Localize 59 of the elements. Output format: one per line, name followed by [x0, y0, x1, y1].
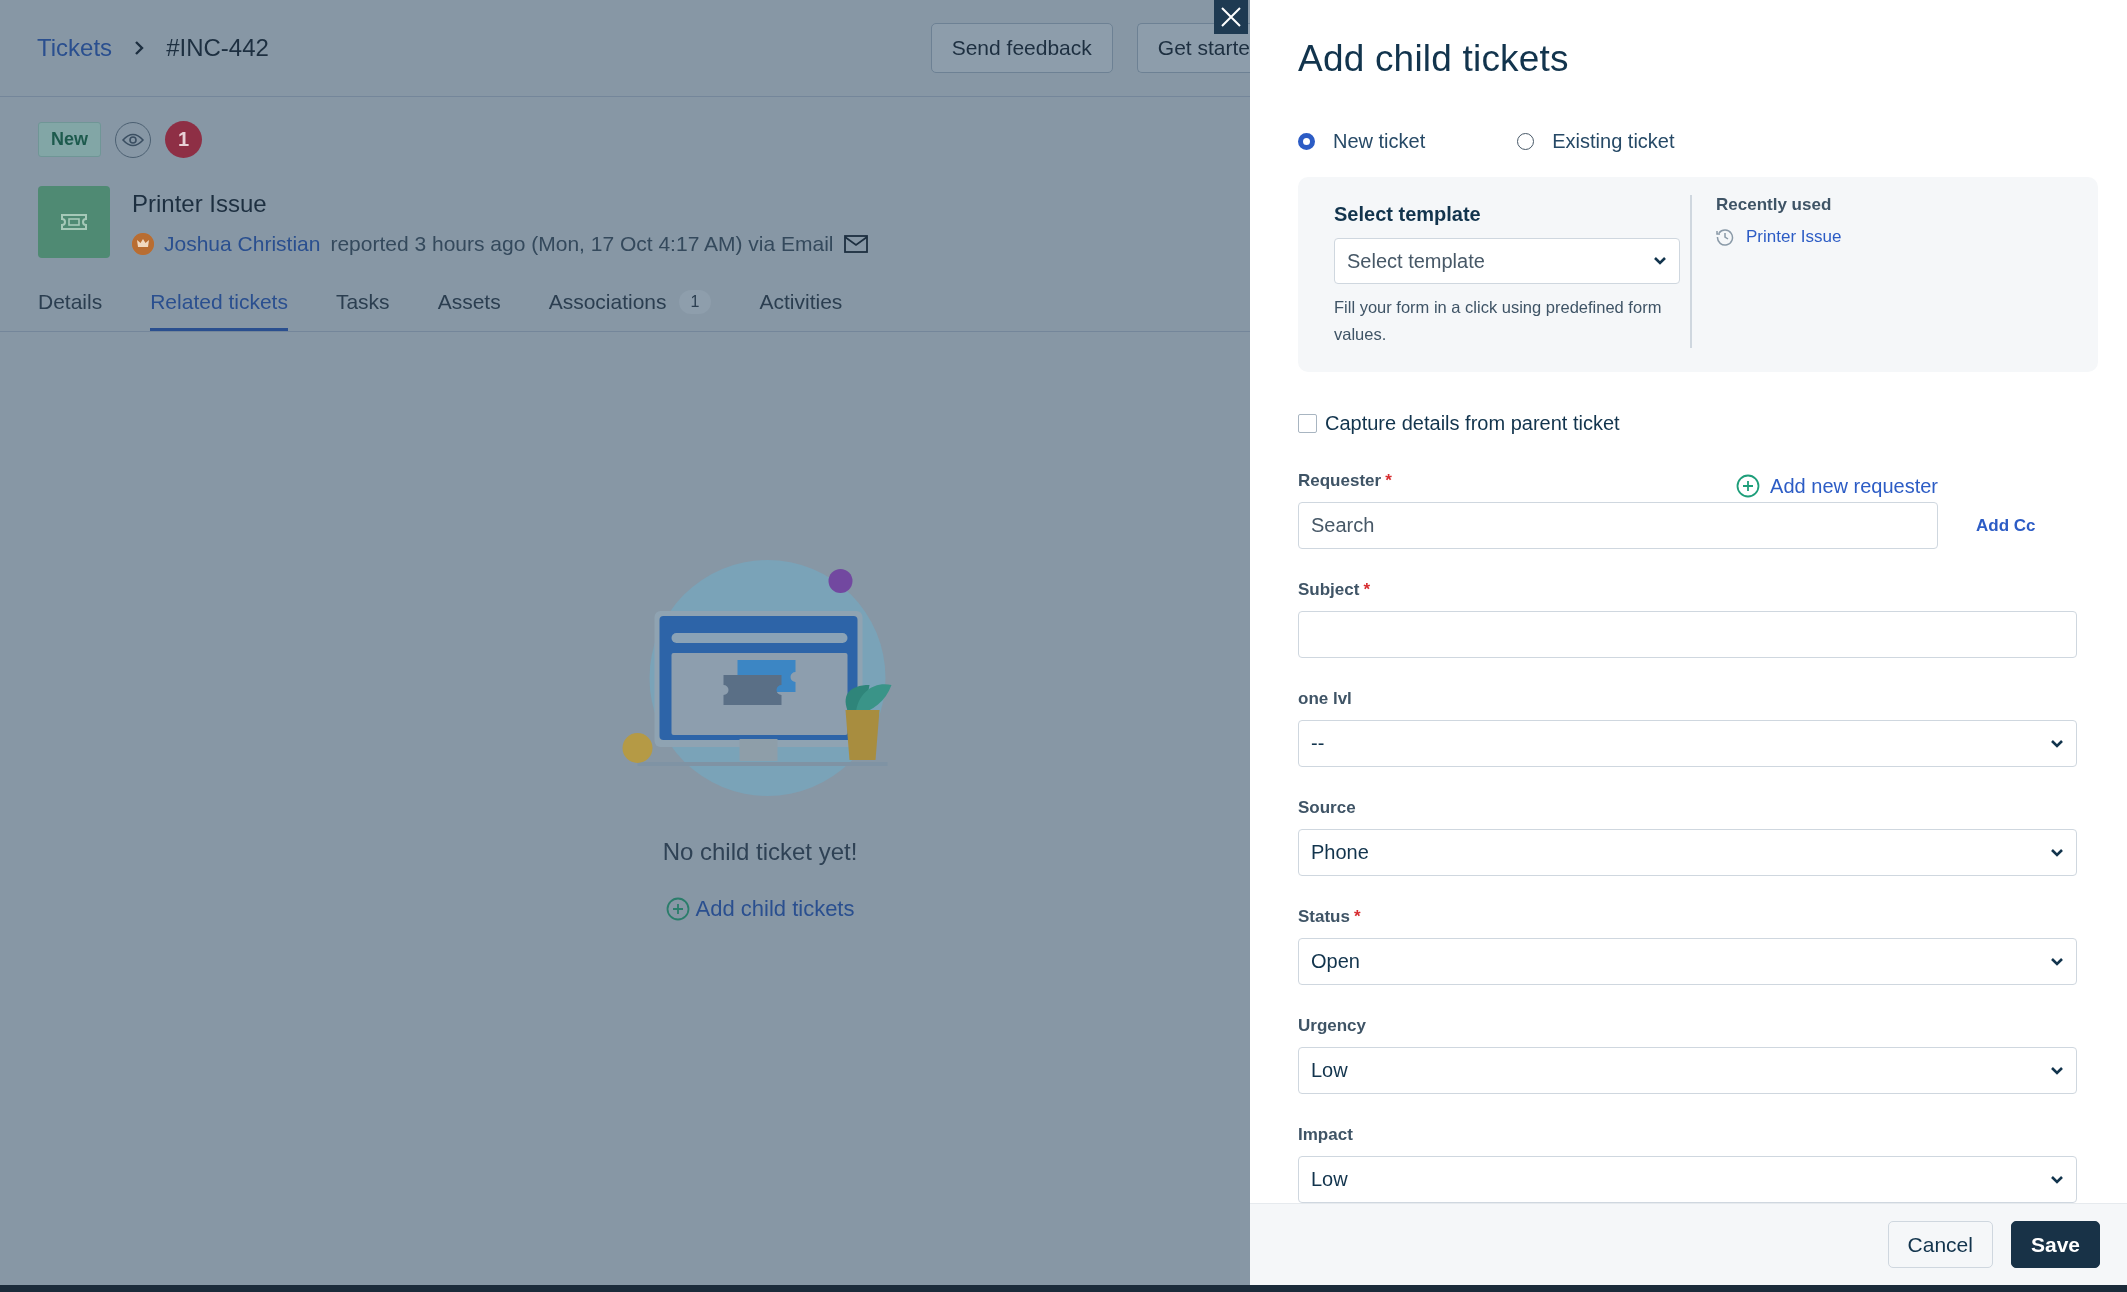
add-cc-link[interactable]: Add Cc	[1976, 515, 2036, 536]
close-button[interactable]	[1214, 0, 1248, 34]
required-mark: *	[1385, 471, 1392, 490]
field-label: Source	[1298, 798, 1357, 819]
chevron-right-icon	[134, 40, 145, 56]
header-button[interactable]: Send feedback	[930, 23, 1113, 73]
tab[interactable]: Activities	[759, 284, 843, 331]
empty-message: No child ticket yet!	[662, 838, 858, 866]
field-label: Status *	[1298, 907, 1362, 928]
chevron-icon	[2050, 1174, 2064, 1185]
count-badge: 1	[165, 121, 202, 158]
chevron-icon	[2050, 847, 2064, 858]
close-icon	[1220, 6, 1242, 28]
history-icon	[1716, 228, 1734, 246]
field-label: Urgency	[1298, 1016, 1368, 1037]
status-tag: New	[38, 122, 101, 157]
field-label: Impact	[1298, 1125, 1354, 1146]
add-requester-link[interactable]: Add new requester	[1736, 474, 1938, 498]
recent-heading: Recently used	[1716, 195, 1833, 215]
select-field[interactable]: Open	[1298, 938, 2077, 985]
required-mark: *	[1353, 907, 1361, 926]
chevron-icon	[2050, 956, 2064, 967]
plus-circle-icon	[665, 897, 690, 921]
plus-circle-icon	[1736, 474, 1761, 498]
chevron-icon	[2050, 738, 2064, 749]
cancel-button[interactable]: Cancel	[1887, 1221, 1993, 1268]
select-field[interactable]: Phone	[1298, 829, 2077, 876]
ticket-title: Printer Issue	[132, 190, 268, 218]
reported-text: reported 3 hours ago (Mon, 17 Oct 4:17 AM) via Email	[330, 232, 834, 256]
field-label: Select template	[1334, 203, 1482, 226]
select-field[interactable]: Low	[1298, 1156, 2077, 1203]
ticket-icon	[38, 186, 110, 258]
header-button[interactable]: Get starte	[1136, 23, 1250, 73]
tab[interactable]: Tasks	[335, 284, 390, 331]
tab[interactable]: Assets	[437, 284, 501, 331]
chevron-icon	[1653, 256, 1667, 266]
required-mark: *	[1363, 580, 1371, 599]
select-field[interactable]: --	[1298, 720, 2077, 767]
tab[interactable]: Associations 1	[548, 284, 712, 331]
chevron-icon	[2050, 1065, 2064, 1076]
panel-title: Add child tickets	[1298, 38, 1570, 80]
mail-icon	[843, 235, 868, 253]
field-label: Requester *	[1298, 471, 1392, 492]
help-text: Fill your form in a click using predefined form values.	[1334, 297, 1663, 345]
recent-link[interactable]: Printer Issue	[1746, 227, 1842, 247]
radio-button[interactable]: New ticket	[1298, 130, 1426, 153]
tab[interactable]: Details	[38, 284, 103, 331]
checkbox[interactable]: Capture details from parent ticket	[1298, 412, 2098, 435]
input-field[interactable]	[1298, 611, 2077, 658]
field-label: Subject *	[1298, 580, 1372, 601]
ticket-id: #INC-442	[166, 34, 269, 62]
search-field[interactable]: Search	[1298, 502, 1938, 549]
avatar-icon	[132, 233, 154, 255]
template-select[interactable]: Select template	[1334, 238, 1680, 284]
radio-button[interactable]: Existing ticket	[1517, 130, 1675, 153]
select-field[interactable]: Low	[1298, 1047, 2077, 1094]
field-label: one lvl	[1298, 689, 1353, 710]
count-badge: 1	[678, 290, 712, 314]
save-button[interactable]: Save	[2010, 1221, 2100, 1268]
